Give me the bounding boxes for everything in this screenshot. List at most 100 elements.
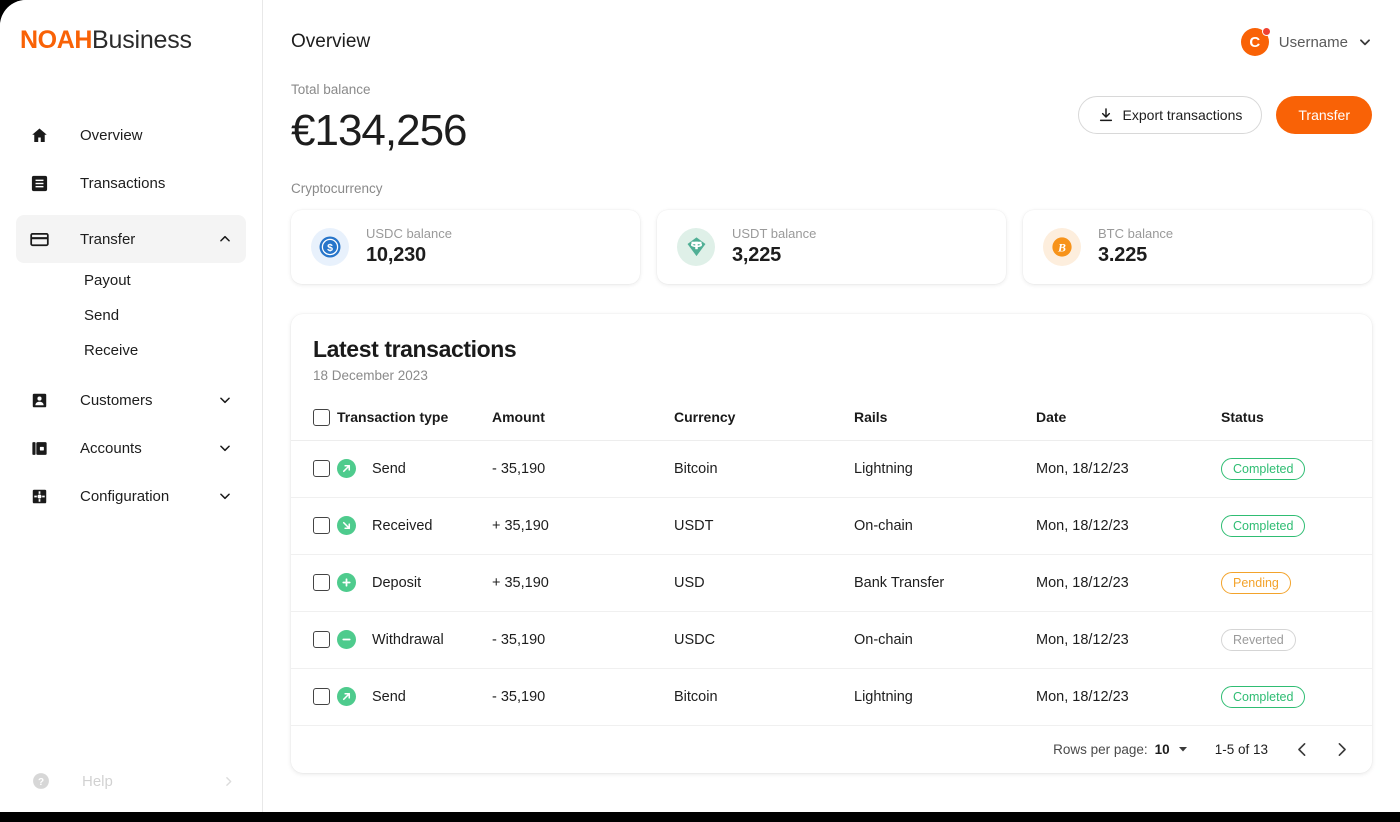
row-currency: USDT (674, 497, 854, 555)
row-checkbox-cell (291, 554, 337, 612)
transactions-table-head: Transaction type Amount Currency Rails D… (291, 398, 1372, 441)
download-icon (1098, 107, 1114, 123)
status-badge: Completed (1221, 685, 1306, 708)
user-icon (28, 389, 50, 411)
transfer-button[interactable]: Transfer (1276, 96, 1372, 134)
row-rails: On-chain (854, 497, 1036, 555)
usdc-icon: $ (311, 227, 349, 266)
row-date: Mon, 18/12/23 (1036, 497, 1221, 555)
svg-text:?: ? (38, 777, 44, 788)
table-row[interactable]: Received + 35,190 USDT On-chain Mon, 18/… (291, 497, 1372, 555)
sidebar-subitem-send[interactable]: Send (0, 298, 262, 333)
row-rails: Bank Transfer (854, 554, 1036, 612)
sidebar-nav: Overview Transactions Transfer Payout Se… (0, 111, 262, 520)
status-badge: Completed (1221, 514, 1306, 537)
row-status-cell: Reverted (1221, 611, 1372, 669)
app-window: NOAH Business Overview Transactions Tran… (0, 0, 1400, 812)
row-checkbox[interactable] (313, 631, 330, 649)
crypto-card-usdt-text: USDT balance 3,225 (732, 226, 816, 267)
sidebar-subitem-receive[interactable]: Receive (0, 333, 262, 368)
row-checkbox[interactable] (313, 517, 330, 535)
select-all-checkbox[interactable] (313, 408, 330, 426)
row-type-label: Deposit (372, 574, 422, 591)
row-type-cell: Received (337, 497, 492, 555)
chevron-down-icon[interactable] (218, 393, 232, 407)
export-transactions-button[interactable]: Export transactions (1077, 96, 1263, 134)
status-badge: Reverted (1221, 628, 1296, 651)
pagination-range: 1-5 of 13 (1214, 741, 1268, 757)
chevron-right-icon[interactable] (1333, 741, 1350, 758)
row-date: Mon, 18/12/23 (1036, 554, 1221, 612)
chevron-down-icon[interactable] (218, 441, 232, 455)
rows-per-page-value: 10 (1154, 741, 1170, 757)
sidebar-item-transfer[interactable]: Transfer (16, 215, 246, 263)
chevron-right-icon[interactable] (222, 775, 235, 788)
table-row[interactable]: Send - 35,190 Bitcoin Lightning Mon, 18/… (291, 440, 1372, 498)
brand-logo[interactable]: NOAH Business (0, 0, 262, 55)
row-checkbox[interactable] (313, 460, 330, 478)
row-amount: - 35,190 (492, 668, 674, 726)
row-checkbox[interactable] (313, 574, 330, 592)
row-type-cell: Send (337, 668, 492, 726)
row-date: Mon, 18/12/23 (1036, 611, 1221, 669)
row-currency: Bitcoin (674, 440, 854, 498)
svg-text:B: B (1057, 240, 1066, 254)
total-balance-label: Total balance (291, 82, 371, 97)
sidebar: NOAH Business Overview Transactions Tran… (0, 0, 263, 812)
crypto-card-btc[interactable]: B BTC balance 3.225 (1023, 209, 1372, 284)
sidebar-item-accounts[interactable]: Accounts (16, 424, 246, 472)
rows-per-page-selector[interactable]: Rows per page: 10 (1053, 742, 1189, 757)
crypto-card-usdt-name: USDT balance (732, 226, 817, 242)
sidebar-subitem-send-label: Send (84, 307, 120, 324)
row-rails: On-chain (854, 611, 1036, 669)
sidebar-item-customers[interactable]: Customers (16, 376, 246, 424)
chevron-down-icon[interactable] (1358, 35, 1372, 49)
row-currency: USDC (674, 611, 854, 669)
plus-icon (337, 573, 356, 593)
crypto-card-usdc[interactable]: $ USDC balance 10,230 (291, 209, 640, 284)
brand-secondary: Business (92, 26, 192, 54)
column-status: Status (1221, 398, 1372, 441)
row-amount: - 35,190 (492, 611, 674, 669)
table-row[interactable]: Withdrawal - 35,190 USDC On-chain Mon, 1… (291, 611, 1372, 669)
user-menu[interactable]: C Username (1240, 27, 1372, 56)
arrow-up-right-icon (337, 687, 356, 707)
row-type-label: Received (372, 517, 433, 534)
sidebar-item-transactions[interactable]: Transactions (16, 159, 246, 207)
chevron-left-icon[interactable] (1294, 741, 1311, 758)
latest-transactions-title: Latest transactions (313, 335, 517, 362)
usdt-icon (677, 227, 715, 266)
table-row[interactable]: Send - 35,190 Bitcoin Lightning Mon, 18/… (291, 668, 1372, 726)
gear-icon (28, 485, 50, 507)
avatar[interactable]: C (1240, 27, 1271, 56)
sidebar-item-customers-label: Customers (80, 391, 153, 409)
column-currency: Currency (674, 398, 854, 441)
chevron-down-icon[interactable] (1177, 743, 1189, 755)
crypto-card-usdc-amount: 10,230 (366, 244, 426, 267)
sidebar-item-transactions-label: Transactions (80, 174, 166, 192)
table-row[interactable]: Deposit + 35,190 USD Bank Transfer Mon, … (291, 554, 1372, 612)
chevron-up-icon[interactable] (218, 232, 232, 246)
chevron-down-icon[interactable] (218, 489, 232, 503)
row-type-label: Withdrawal (372, 631, 444, 648)
row-currency: Bitcoin (674, 668, 854, 726)
row-checkbox[interactable] (313, 688, 330, 706)
sidebar-item-overview[interactable]: Overview (16, 111, 246, 159)
row-date: Mon, 18/12/23 (1036, 440, 1221, 498)
crypto-card-usdt-amount: 3,225 (732, 244, 782, 267)
sidebar-item-help[interactable]: ? Help (0, 758, 263, 804)
crypto-card-usdc-text: USDC balance 10,230 (366, 226, 452, 267)
sidebar-subitem-payout[interactable]: Payout (0, 263, 262, 298)
row-checkbox-cell (291, 440, 337, 498)
crypto-card-usdt[interactable]: USDT balance 3,225 (657, 209, 1006, 284)
crypto-card-usdc-name: USDC balance (366, 226, 452, 242)
row-status-cell: Completed (1221, 497, 1372, 555)
sidebar-item-configuration[interactable]: Configuration (16, 472, 246, 520)
row-amount: - 35,190 (492, 440, 674, 498)
sidebar-item-help-label: Help (82, 772, 113, 790)
crypto-card-btc-text: BTC balance 3.225 (1098, 226, 1173, 267)
crypto-balance-cards: $ USDC balance 10,230 USDT balance 3,225… (263, 196, 1400, 284)
select-all-header (291, 398, 337, 441)
sidebar-subitem-receive-label: Receive (84, 342, 139, 359)
